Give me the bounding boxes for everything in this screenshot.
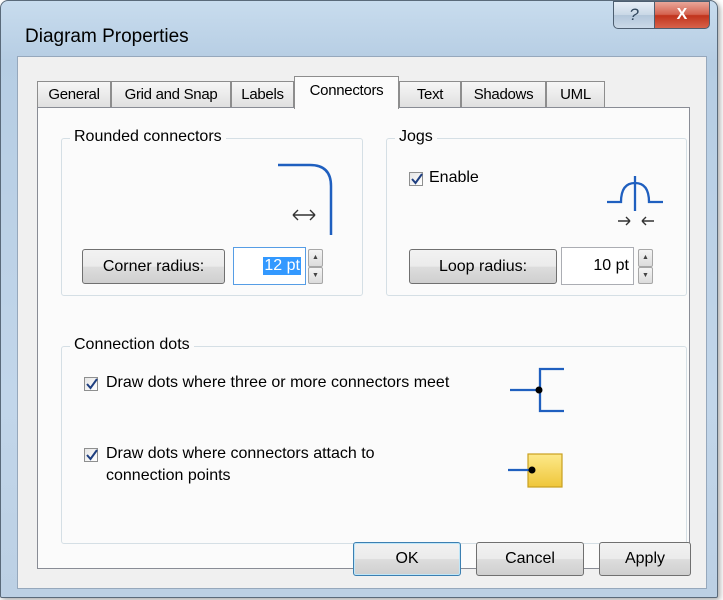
spin-up-icon[interactable]: ▲ [638,249,653,267]
help-button[interactable]: ? [613,1,655,29]
enable-jogs-checkbox[interactable] [409,172,423,186]
jogs-label: Jogs [395,128,437,146]
dialog-window: Diagram Properties ? X General Grid and … [0,0,718,598]
junction-dot-icon [510,367,564,413]
tab-connectors[interactable]: Connectors [294,76,399,109]
close-icon: X [676,6,688,23]
corner-radius-spinner[interactable]: ▲ ▼ [308,249,323,284]
rounded-connectors-label: Rounded connectors [70,128,226,146]
checkmark-icon [411,173,423,185]
dots-three-connectors-checkbox[interactable] [84,377,98,391]
attach-point-dot-icon [508,453,563,488]
rounded-connectors-group: Rounded connectors Corner radius: 12 pt … [61,128,363,296]
tab-uml[interactable]: UML [546,81,605,107]
corner-radius-input[interactable]: 12 pt [233,247,306,285]
tab-text[interactable]: Text [399,81,461,107]
cancel-button[interactable]: Cancel [476,542,584,576]
jogs-group: Jogs Enable Loop radius: 10 pt ▲ ▼ [386,128,687,296]
dots-attach-points-label-line1: Draw dots where connectors attach to [106,445,375,462]
loop-radius-input[interactable]: 10 pt [561,247,634,285]
spin-down-icon[interactable]: ▼ [308,266,323,284]
spin-up-icon[interactable]: ▲ [308,249,323,267]
dialog-client-area: General Grid and Snap Labels Connectors … [17,56,707,589]
ok-button[interactable]: OK [353,542,461,576]
checkmark-icon [86,449,98,461]
enable-jogs-label: Enable [429,169,479,186]
tab-shadows[interactable]: Shadows [461,81,546,107]
checkmark-icon [86,378,98,390]
dots-three-connectors-label: Draw dots where three or more connectors… [106,374,450,391]
connection-dots-label: Connection dots [70,336,194,354]
corner-radius-button[interactable]: Corner radius: [82,249,225,284]
dots-attach-points-label: Draw dots where connectors attach to con… [106,443,375,487]
window-title: Diagram Properties [25,26,189,47]
tab-grid-and-snap[interactable]: Grid and Snap [111,81,231,107]
dots-attach-points-label-line2: connection points [106,467,231,484]
connectors-tab-panel: Rounded connectors Corner radius: 12 pt … [37,107,690,569]
close-button[interactable]: X [654,1,710,29]
jog-icon [607,176,663,226]
spin-down-icon[interactable]: ▼ [638,266,653,284]
connection-dots-group: Connection dots Draw dots where three or… [61,336,687,544]
apply-button[interactable]: Apply [599,542,691,576]
help-icon: ? [629,5,639,24]
corner-radius-value: 12 pt [263,257,301,275]
loop-radius-value: 10 pt [593,257,629,274]
loop-radius-spinner[interactable]: ▲ ▼ [638,249,653,284]
tab-labels[interactable]: Labels [231,81,294,107]
loop-radius-button[interactable]: Loop radius: [409,249,557,284]
tab-general[interactable]: General [37,81,111,107]
rounded-corner-icon [278,163,333,235]
dots-attach-points-checkbox[interactable] [84,448,98,462]
